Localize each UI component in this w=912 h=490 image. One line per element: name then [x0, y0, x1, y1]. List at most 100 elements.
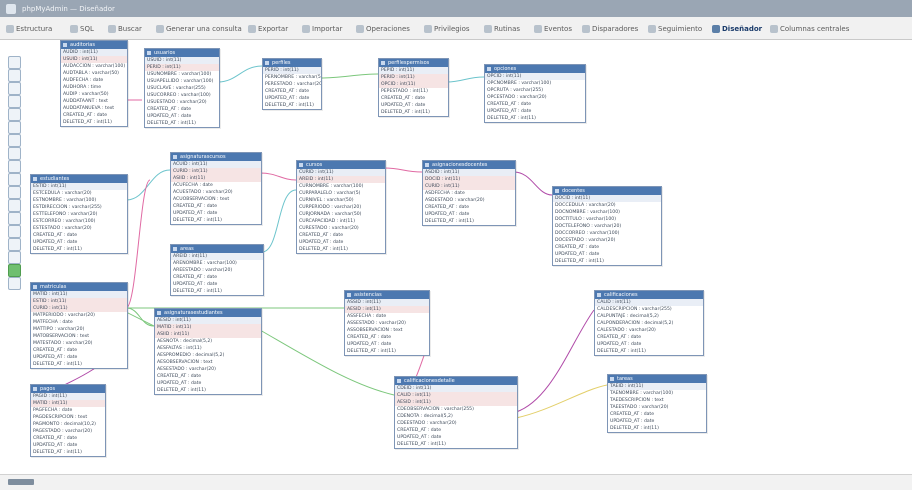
table-column[interactable]: ASDID : int(11) [423, 169, 515, 176]
table-column[interactable]: AUDFECHA : date [61, 77, 127, 84]
table-column[interactable]: DOCTELEFONO : varchar(20) [553, 223, 661, 230]
table-column[interactable]: ESTCORREO : varchar(100) [31, 218, 127, 225]
table-column[interactable]: DOCID : int(11) [553, 195, 661, 202]
table-column[interactable]: PERID : int(11) [379, 74, 448, 81]
table-header[interactable]: matriculas [31, 283, 127, 291]
table-column[interactable]: UPDATED_AT : date [263, 95, 321, 102]
table-column[interactable]: PERNOMBRE : varchar(50) [263, 74, 321, 81]
table-column[interactable]: MATOBSERVACION : text [31, 333, 127, 340]
table-column[interactable]: CALDESCRIPCION : varchar(255) [595, 306, 703, 313]
table-column[interactable]: CREATED_AT : date [423, 204, 515, 211]
table-column[interactable]: DOCNOMBRE : varchar(100) [553, 209, 661, 216]
table-column[interactable]: CDENOTA : decimal(5,2) [395, 413, 517, 420]
table-column[interactable]: DELETED_AT : int(11) [31, 246, 127, 253]
table-column[interactable]: USUNOMBRE : varchar(100) [145, 71, 219, 78]
table-column[interactable]: DELETED_AT : int(11) [608, 425, 706, 432]
save-position-icon[interactable] [8, 108, 21, 121]
table-column[interactable]: DELETED_AT : int(11) [345, 348, 429, 355]
table-header[interactable]: perfiles [263, 59, 321, 67]
open-page-icon[interactable] [8, 121, 21, 134]
table-header[interactable]: asignacionesdocentes [423, 161, 515, 169]
table-header[interactable]: asignaturascursos [171, 153, 261, 161]
table-opciones[interactable]: opciones OPCID : int(11) OPCNOMBRE : varch… [484, 64, 586, 123]
help-icon[interactable] [8, 199, 21, 212]
table-column[interactable]: PAGMONTO : decimal(10,2) [31, 421, 105, 428]
table-column[interactable]: AUDACCION : varchar(100) [61, 63, 127, 70]
table-column[interactable]: TAENOMBRE : varchar(100) [608, 390, 706, 397]
table-column[interactable]: DOCCORREO : varchar(100) [553, 230, 661, 237]
tab-operaciones[interactable]: Operaciones [356, 22, 410, 35]
table-column[interactable]: MATID : int(11) [155, 324, 261, 331]
table-column[interactable]: CREATED_AT : date [379, 95, 448, 102]
table-column[interactable]: AESNOTA : decimal(5,2) [155, 338, 261, 345]
toggle-list-icon[interactable] [8, 95, 21, 108]
table-header[interactable]: tareas [608, 375, 706, 383]
table-column[interactable]: PEPID : int(11) [379, 67, 448, 74]
table-asignaturascursos[interactable]: asignaturascursos ACUID : int(11) CURID : … [170, 152, 262, 225]
table-column[interactable]: DELETED_AT : int(11) [31, 361, 127, 368]
table-column[interactable]: CALID : int(11) [395, 392, 517, 399]
table-column[interactable]: CURPERIODO : varchar(20) [297, 204, 385, 211]
table-column[interactable]: ASDESTADO : varchar(20) [423, 197, 515, 204]
tab-importar[interactable]: Importar [302, 22, 342, 35]
table-column[interactable]: DELETED_AT : int(11) [171, 217, 261, 224]
table-column[interactable]: ACUID : int(11) [171, 161, 261, 168]
tab-columnas-centrales[interactable]: Columnas centrales [770, 22, 849, 35]
table-column[interactable]: CREATED_AT : date [31, 232, 127, 239]
table-column[interactable]: CREATED_AT : date [31, 435, 105, 442]
table-column[interactable]: CALESTADO : varchar(20) [595, 327, 703, 334]
table-column[interactable]: CREATED_AT : date [345, 334, 429, 341]
table-column[interactable]: PERID : int(11) [263, 67, 321, 74]
create-relation-icon[interactable] [8, 160, 21, 173]
table-column[interactable]: CALPUNTAJE : decimal(5,2) [595, 313, 703, 320]
table-column[interactable]: UPDATED_AT : date [423, 211, 515, 218]
table-column[interactable]: ESTDIRECCION : varchar(255) [31, 204, 127, 211]
table-column[interactable]: DELETED_AT : int(11) [31, 449, 105, 456]
table-column[interactable]: TAEESTADO : varchar(20) [608, 404, 706, 411]
toggle-relations-icon[interactable] [8, 251, 21, 264]
table-docentes[interactable]: docentes DOCID : int(11) DOCCEDULA : varch… [552, 186, 662, 266]
create-table-icon[interactable] [8, 147, 21, 160]
table-column[interactable]: CREATED_AT : date [297, 232, 385, 239]
tab-eventos[interactable]: Eventos [534, 22, 572, 35]
table-column[interactable]: DELETED_AT : int(11) [263, 102, 321, 109]
table-column[interactable]: DELETED_AT : int(11) [61, 119, 127, 126]
table-column[interactable]: OPCID : int(11) [379, 81, 448, 88]
table-header[interactable]: perfilespermisos [379, 59, 448, 67]
table-column[interactable]: UPDATED_AT : date [345, 341, 429, 348]
table-column[interactable]: ESTNOMBRE : varchar(100) [31, 197, 127, 204]
table-matriculas[interactable]: matriculas MATID : int(11) ESTID : int(11)… [30, 282, 128, 369]
table-column[interactable]: DOCID : int(11) [423, 176, 515, 183]
table-column[interactable]: CURNOMBRE : varchar(100) [297, 183, 385, 190]
table-column[interactable]: USUCORREO : varchar(100) [145, 92, 219, 99]
table-calificacionesdetalle[interactable]: calificacionesdetalle CDEID : int(11) CALI… [394, 376, 518, 449]
tab-rutinas[interactable]: Rutinas [484, 22, 520, 35]
table-column[interactable]: CREATED_AT : date [171, 274, 263, 281]
table-column[interactable]: UPDATED_AT : date [379, 102, 448, 109]
table-column[interactable]: CURID : int(11) [423, 183, 515, 190]
table-column[interactable]: CREATED_AT : date [145, 106, 219, 113]
table-column[interactable]: ASSOBSERVACION : text [345, 327, 429, 334]
table-column[interactable]: AUDTABLA : varchar(50) [61, 70, 127, 77]
table-column[interactable]: ASDFECHA : date [423, 190, 515, 197]
table-column[interactable]: CALID : int(11) [595, 299, 703, 306]
table-perfilespermisos[interactable]: perfilespermisos PEPID : int(11) PERID : i… [378, 58, 449, 117]
table-column[interactable]: DELETED_AT : int(11) [155, 387, 261, 394]
table-column[interactable]: DELETED_AT : int(11) [485, 115, 585, 122]
table-column[interactable]: CDEESTADO : varchar(20) [395, 420, 517, 427]
table-estudiantes[interactable]: estudiantes ESTID : int(11) ESTCEDULA : va… [30, 174, 128, 254]
table-column[interactable]: TAEID : int(11) [608, 383, 706, 390]
table-asistencias[interactable]: asistencias ASSID : int(11) AESID : int(11… [344, 290, 430, 356]
table-column[interactable]: ACUOBSERVACION : text [171, 196, 261, 203]
table-column[interactable]: AREID : int(11) [297, 176, 385, 183]
table-column[interactable]: UPDATED_AT : date [31, 354, 127, 361]
table-perfiles[interactable]: perfiles PERID : int(11) PERNOMBRE : varch… [262, 58, 322, 110]
table-column[interactable]: CURPARALELO : varchar(5) [297, 190, 385, 197]
table-column[interactable]: AUDIP : varchar(50) [61, 91, 127, 98]
table-column[interactable]: UPDATED_AT : date [171, 281, 263, 288]
table-column[interactable]: AUDHORA : time [61, 84, 127, 91]
table-column[interactable]: ASSID : int(11) [345, 299, 429, 306]
table-column[interactable]: CDEOBSERVACION : varchar(255) [395, 406, 517, 413]
table-column[interactable]: CURESTADO : varchar(20) [297, 225, 385, 232]
table-column[interactable]: CDEID : int(11) [395, 385, 517, 392]
